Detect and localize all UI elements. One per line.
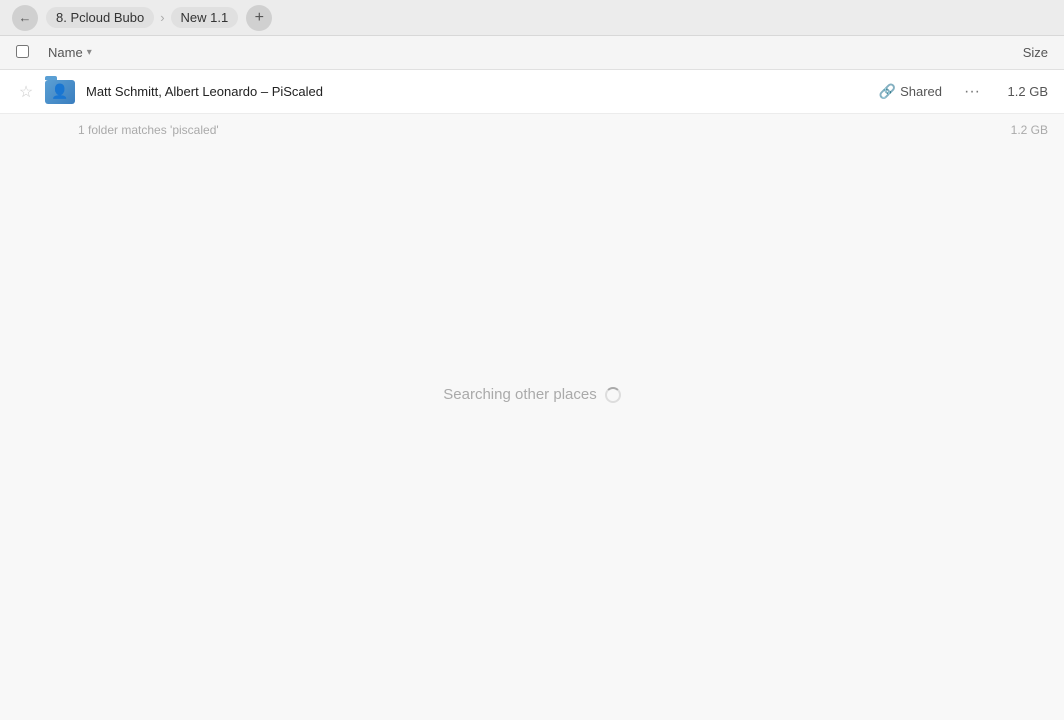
more-options-button[interactable]: ··· [958, 78, 986, 106]
name-column-label: Name [48, 45, 83, 60]
searching-text: Searching other places [443, 386, 596, 403]
summary-size: 1.2 GB [998, 123, 1048, 137]
star-icon[interactable]: ☆ [16, 82, 36, 102]
top-bar: ← 8. Pcloud Bubo › New 1.1 + [0, 0, 1064, 36]
file-size: 1.2 GB [998, 84, 1048, 99]
breadcrumb-new11[interactable]: New 1.1 [171, 7, 239, 28]
file-row[interactable]: ☆ 👤 Matt Schmitt, Albert Leonardo – PiSc… [0, 70, 1064, 114]
summary-text: 1 folder matches 'piscaled' [16, 123, 998, 137]
name-column-header[interactable]: Name ▾ [48, 45, 92, 60]
breadcrumb-pcloud[interactable]: 8. Pcloud Bubo [46, 7, 154, 28]
loading-spinner [605, 387, 621, 403]
header-checkbox-area [16, 45, 40, 61]
file-name: Matt Schmitt, Albert Leonardo – PiScaled [86, 84, 879, 99]
name-sort-arrow: ▾ [87, 47, 92, 58]
folder-icon-wrapper: 👤 [44, 76, 76, 108]
back-button[interactable]: ← [12, 5, 38, 31]
select-all-checkbox[interactable] [16, 45, 29, 58]
link-icon: 🔗 [879, 83, 896, 100]
size-column-header: Size [1023, 45, 1048, 60]
breadcrumb-separator: › [160, 10, 164, 25]
column-headers: Name ▾ Size [0, 36, 1064, 70]
main-content: Name ▾ Size ☆ 👤 Matt Schmitt, Albert Leo… [0, 36, 1064, 720]
summary-row: 1 folder matches 'piscaled' 1.2 GB [0, 114, 1064, 146]
shared-label: Shared [900, 84, 942, 99]
folder-person-icon: 👤 [51, 83, 68, 100]
shared-badge: 🔗 Shared [879, 83, 942, 100]
add-button[interactable]: + [246, 5, 272, 31]
folder-icon: 👤 [45, 80, 75, 104]
searching-area: Searching other places [0, 386, 1064, 403]
